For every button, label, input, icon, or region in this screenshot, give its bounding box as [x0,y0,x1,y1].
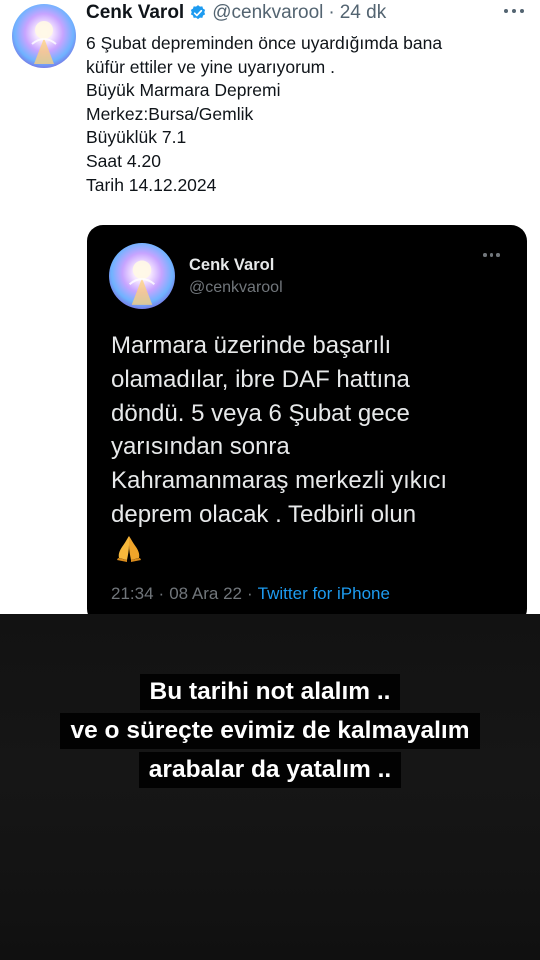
author-avatar[interactable] [12,4,76,68]
quoted-tweet-screenshot[interactable]: Cenk Varol @cenkvarool Marmara üzerinde … [87,225,527,625]
tweet-text-line: Büyüklük 7.1 [86,127,187,148]
story-caption-line: arabalar da yatalım .. [138,752,402,788]
quoted-author-name: Cenk Varol [189,256,275,274]
quoted-source: Twitter for iPhone [257,584,390,603]
tweet-text-line: Merkez:Bursa/Gemlik [86,103,254,124]
tweet-time[interactable]: 24 dk [340,2,386,24]
separator-dot: · [158,584,165,603]
story-caption-line: Bu tarihi not alalım .. [139,674,401,710]
quoted-more-icon [483,253,500,257]
quoted-author-handle: @cenkvarool [189,279,283,296]
quoted-text-line: Marmara üzerinde başarılı [111,332,392,359]
tweet-text: 6 Şubat depreminden önce uyardığımda ban… [86,32,526,197]
quoted-author-avatar [109,243,175,309]
quoted-text-line: deprem olacak . Tedbirli olun [111,500,417,528]
quoted-text-line: Kahramanmaraş merkezli yıkıcı [111,467,448,495]
separator-dot: · [328,2,335,23]
story-caption-block: Bu tarihi not alalım .. ve o süreçte evi… [0,674,540,788]
story-caption-line: ve o süreçte evimiz de kalmayalım [60,713,480,749]
tweet-text-line: Büyük Marmara Depremi [86,80,281,101]
tweet-text-line: Tarih 14.12.2024 [86,174,217,195]
folded-hands-icon [117,536,141,562]
author-name[interactable]: Cenk Varol [86,2,184,24]
tweet-text-line: Saat 4.20 [86,150,161,171]
quoted-text-line: döndü. 5 veya 6 Şubat gece [111,399,410,427]
more-options-icon[interactable] [504,6,526,16]
quoted-tweet-meta: 21:34 · 08 Ara 22 · Twitter for iPhone [111,584,390,604]
verified-badge-icon [191,5,206,20]
tweet-header: Cenk Varol @cenkvarool · 24 dk [86,1,386,25]
quoted-tweet-text: Marmara üzerinde başarılı olamadılar, ib… [111,329,521,532]
avatar-figure-icon [31,21,57,64]
tweet-text-line: 6 Şubat depreminden önce uyardığımda ban… [86,33,443,53]
avatar-figure-icon [128,260,156,305]
quoted-text-line: yarısından sonra [111,433,290,461]
quoted-date: 08 Ara 22 [169,584,242,603]
tweet-card[interactable]: Cenk Varol @cenkvarool · 24 dk 6 Şubat d… [0,0,540,625]
tweet-text-line: küfür ettiler ve yine uyarıyorum . [86,56,335,77]
author-handle[interactable]: @cenkvarool [212,2,323,24]
story-screen: Cenk Varol @cenkvarool · 24 dk 6 Şubat d… [0,0,540,960]
quoted-time: 21:34 [111,584,154,603]
quoted-text-line: olamadılar, ibre DAF hattına [111,365,410,393]
separator-dot: · [247,584,253,603]
